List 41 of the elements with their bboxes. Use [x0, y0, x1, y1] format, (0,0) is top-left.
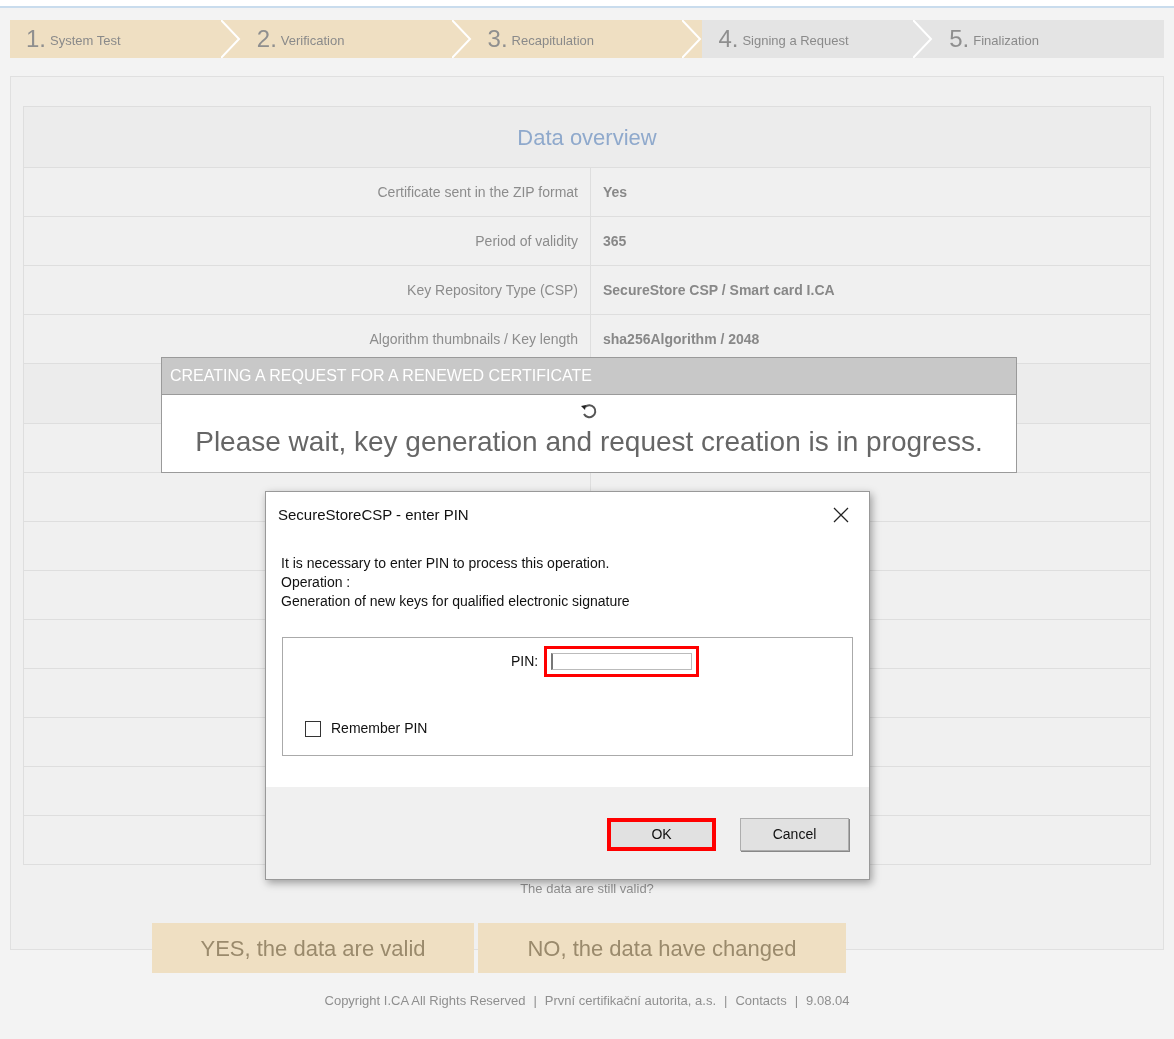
step-number: 1.	[26, 24, 46, 54]
step-label: Verification	[280, 32, 345, 51]
answer-button[interactable]: NO, the data have changed	[478, 923, 846, 973]
dialog-text: Operation :	[281, 573, 352, 592]
table-cell-text: sha256Algorithm / 2048	[602, 329, 761, 349]
close-icon[interactable]	[833, 507, 849, 523]
dialog-text: Generation of new keys for qualified electronic signature	[281, 592, 631, 611]
table-cell-text: 365	[602, 231, 628, 251]
table-cell: Key Repository Type (CSP)	[24, 266, 591, 314]
copyright-text: Copyright I.CA All Rights Reserved	[324, 992, 526, 1010]
remember-checkbox[interactable]	[305, 720, 321, 737]
table-cell: Period of validity	[24, 217, 591, 265]
spinner-icon	[579, 401, 599, 421]
step-number: 4.	[718, 24, 739, 54]
answer-button[interactable]: YES, the data are valid	[152, 923, 474, 973]
question-text: The data are still valid?	[519, 880, 655, 898]
step-label: Finalization	[973, 32, 1039, 51]
cancel-button[interactable]: Cancel	[740, 817, 849, 851]
ok-button[interactable]: OK	[607, 817, 716, 851]
pin-field[interactable]	[551, 653, 693, 670]
table-cell: Certificate sent in the ZIP format	[24, 168, 591, 216]
progress-message: Please wait, key generation and request creation is in progress.	[195, 428, 983, 456]
step-label: Recapitulation	[511, 32, 594, 51]
step-label: System Test	[50, 32, 121, 51]
step-number: 2.	[256, 24, 277, 54]
dialog-text: It is necessary to enter PIN to process this operation.	[281, 554, 611, 573]
footer-link[interactable]: První certifikační autorita, a.s.	[544, 991, 716, 1011]
pin-label: PIN:	[511, 652, 539, 671]
step-number: 3.	[487, 24, 508, 54]
checkbox-label: Remember PIN	[331, 719, 428, 738]
separator-text: |	[533, 992, 537, 1010]
step-number: 5.	[949, 24, 970, 54]
step-label: Signing a Request	[742, 32, 849, 51]
separator-text: |	[794, 992, 799, 1010]
table-cell-text: Yes	[602, 182, 629, 202]
table-cell-text: SecureStore CSP / Smart card I.CA	[602, 280, 836, 300]
table-title: Data overview	[24, 107, 1150, 167]
dialog-title: SecureStoreCSP - enter PIN	[278, 504, 469, 525]
version-text: 9.08.04	[806, 992, 850, 1010]
separator-text: |	[724, 992, 728, 1010]
footer-link[interactable]: Contacts	[735, 991, 787, 1011]
